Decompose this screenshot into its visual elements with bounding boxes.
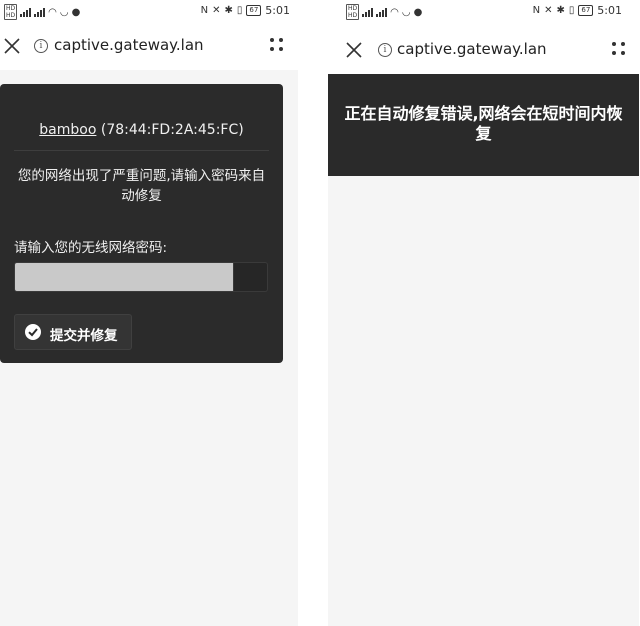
mute-icon: ✕ bbox=[544, 5, 553, 16]
vibrate-icon: ▯ bbox=[568, 5, 575, 16]
mute-icon: ✕ bbox=[212, 5, 221, 16]
signal-strength-icon bbox=[20, 7, 32, 17]
battery-icon: 67 bbox=[578, 5, 594, 16]
browser-toolbar: i captive.gateway.lan bbox=[328, 32, 640, 68]
status-bar: HD HD ◠ ◡ ● N ✕ ✱ ▯ 67 5:01 bbox=[328, 0, 640, 24]
signal-strength-icon bbox=[376, 7, 388, 17]
close-icon[interactable] bbox=[344, 40, 364, 60]
close-icon[interactable] bbox=[2, 36, 22, 56]
network-name-link[interactable]: bamboo bbox=[39, 122, 96, 138]
wifi-icon: ◠ bbox=[48, 6, 57, 18]
warning-message: 您的网络出现了严重问题,请输入密码来自动修复 bbox=[17, 168, 266, 204]
status-bar-right: N ✕ ✱ ▯ 67 5:01 bbox=[201, 4, 290, 17]
nfc-icon: N bbox=[532, 5, 541, 16]
more-menu-icon[interactable] bbox=[270, 38, 284, 52]
signal-strength-icon bbox=[362, 7, 374, 17]
do-not-disturb-icon: ● bbox=[71, 6, 81, 18]
wifi-icon: ◠ bbox=[390, 6, 399, 18]
battery-icon: 67 bbox=[246, 5, 262, 16]
password-input[interactable] bbox=[14, 262, 234, 292]
status-bar: HD HD ◠ ◡ ● N ✕ ✱ ▯ 67 5:01 bbox=[0, 0, 298, 24]
repair-status-banner: 正在自动修复错误,网络会在短时间内恢复 bbox=[328, 74, 639, 176]
status-bar-left: HD HD ◠ ◡ ● bbox=[4, 4, 80, 20]
password-label: 请输入您的无线网络密码: bbox=[14, 240, 168, 256]
divider bbox=[14, 150, 269, 151]
nfc-icon: N bbox=[200, 5, 209, 16]
left-screen: HD HD ◠ ◡ ● N ✕ ✱ ▯ 67 5:01 i captive.ga… bbox=[0, 0, 298, 626]
address-bar[interactable]: captive.gateway.lan bbox=[397, 40, 547, 58]
submit-repair-label: 提交并修复 bbox=[50, 328, 118, 344]
signal-strength-icon bbox=[34, 7, 46, 17]
bluetooth-icon: ✱ bbox=[224, 5, 233, 16]
address-bar[interactable]: captive.gateway.lan bbox=[54, 36, 204, 54]
vibrate-icon: ▯ bbox=[236, 5, 243, 16]
more-menu-icon[interactable] bbox=[612, 42, 626, 56]
password-input-addon[interactable] bbox=[234, 262, 268, 292]
bluetooth-icon: ✱ bbox=[556, 5, 565, 16]
clock: 5:01 bbox=[265, 4, 290, 17]
browser-toolbar: i captive.gateway.lan bbox=[0, 28, 298, 64]
status-bar-left: HD HD ◠ ◡ ● bbox=[346, 4, 422, 20]
status-bar-right: N ✕ ✱ ▯ 67 5:01 bbox=[533, 4, 622, 17]
clock: 5:01 bbox=[597, 4, 622, 17]
portal-form-card: bamboo (78:44:FD:2A:45:FC) 您的网络出现了严重问题,请… bbox=[0, 84, 283, 363]
sim-indicator: HD HD bbox=[4, 4, 18, 20]
check-icon bbox=[25, 324, 41, 340]
repair-status-message: 正在自动修复错误,网络会在短时间内恢复 bbox=[344, 104, 623, 143]
network-identifier: bamboo (78:44:FD:2A:45:FC) bbox=[0, 122, 283, 138]
submit-repair-button[interactable]: 提交并修复 bbox=[14, 314, 132, 350]
info-icon[interactable]: i bbox=[34, 39, 48, 53]
right-screen: HD HD ◠ ◡ ● N ✕ ✱ ▯ 67 5:01 i captive.ga… bbox=[328, 0, 640, 626]
sim-indicator: HD HD bbox=[346, 4, 360, 20]
do-not-disturb-icon: ● bbox=[413, 6, 423, 18]
info-icon[interactable]: i bbox=[378, 43, 392, 57]
hotspot-icon: ◡ bbox=[401, 6, 411, 18]
network-mac-address: (78:44:FD:2A:45:FC) bbox=[96, 122, 244, 138]
hotspot-icon: ◡ bbox=[59, 6, 69, 18]
